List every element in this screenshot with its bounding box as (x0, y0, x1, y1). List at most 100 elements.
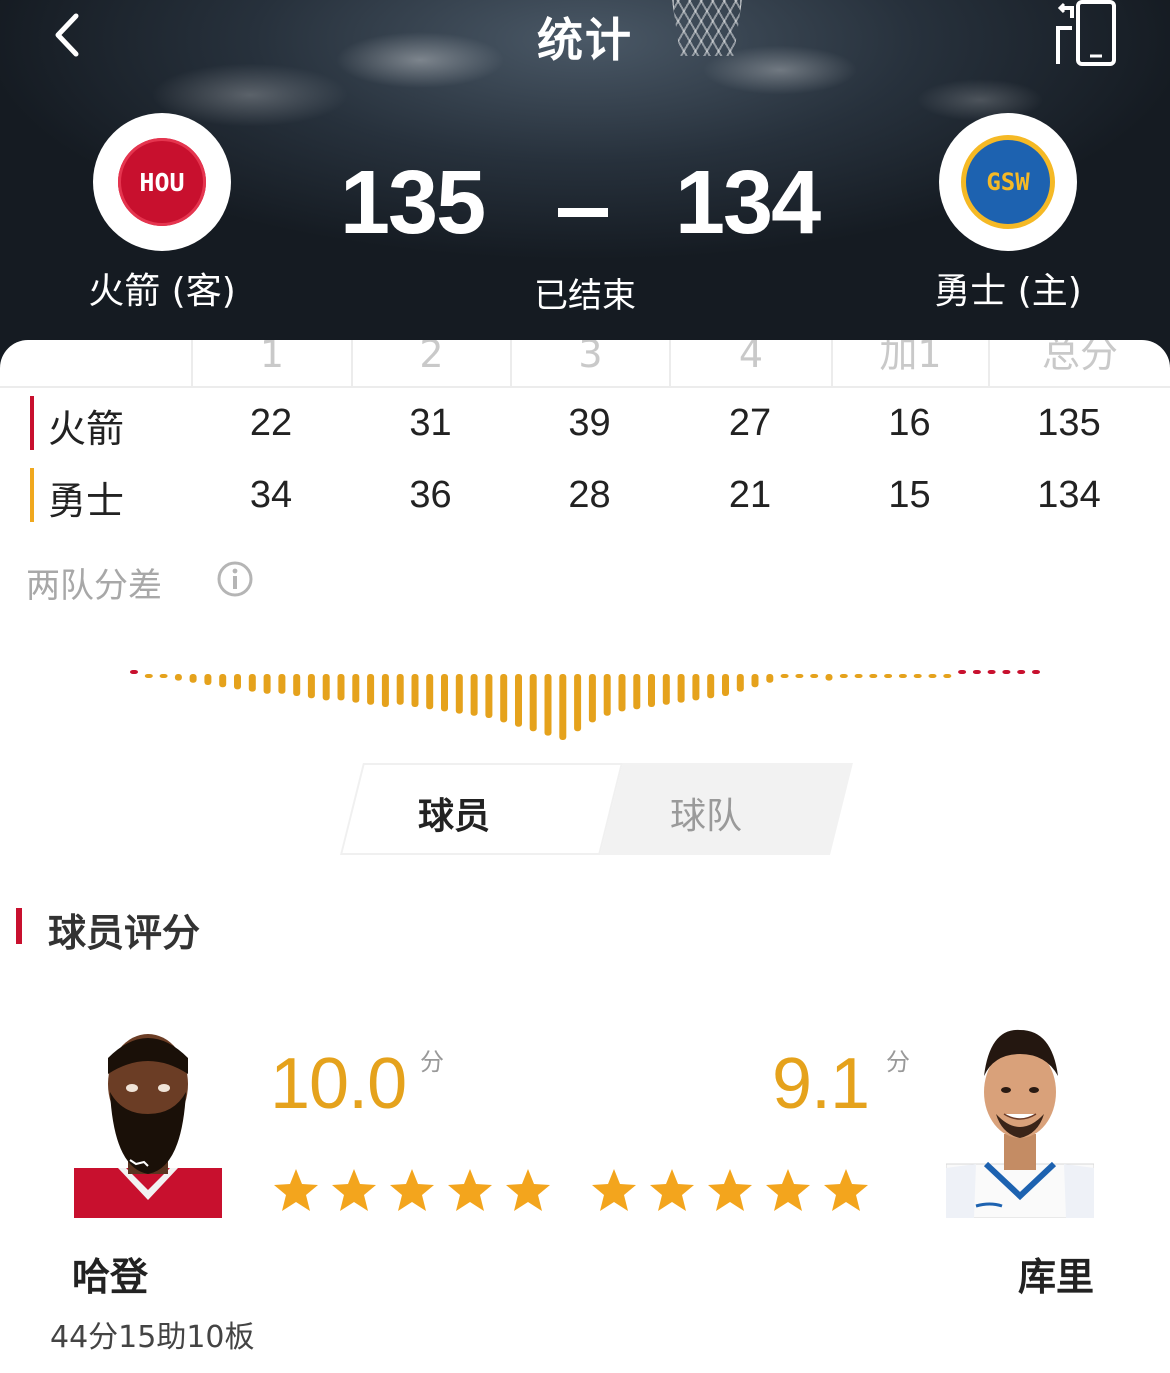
diff-bar (248, 674, 256, 692)
star-icon (448, 1169, 492, 1211)
player-stats-harden: 44分15助10板 (50, 1320, 255, 1355)
stats-card: 1 2 3 4 加1 总分 火箭 22 31 39 27 16 135 勇士 3… (0, 340, 1170, 1373)
quarter-col-2: 2 (351, 340, 510, 388)
diff-bar (293, 674, 301, 696)
team-color-bar (30, 396, 34, 450)
score-cell: 36 (409, 474, 452, 516)
diff-bar (189, 674, 197, 683)
rotate-screen-icon[interactable] (1050, 0, 1120, 70)
table-row: 勇士 34 36 28 21 15 134 (0, 466, 1170, 524)
diff-bar (396, 674, 404, 705)
score-cell: 22 (249, 402, 293, 444)
diff-bar (470, 674, 478, 716)
section-marker (16, 908, 22, 944)
score-separator (558, 208, 608, 217)
star-rating-curry (590, 1167, 880, 1213)
diff-bar (736, 674, 744, 692)
diff-bar (884, 674, 893, 678)
tab-player[interactable]: 球员 (418, 787, 490, 839)
warriors-logo-mark: GSW (961, 135, 1055, 229)
table-row: 火箭 22 31 39 27 16 135 (0, 394, 1170, 452)
diff-bar (263, 674, 271, 694)
player-name-curry[interactable]: 库里 (1018, 1246, 1094, 1301)
diff-bar (795, 674, 804, 678)
game-header: 统计 HOU GSW 火箭 (客) 勇士 (主) 135 134 已结束 (0, 0, 1170, 380)
home-score: 134 (675, 153, 821, 253)
star-icon (708, 1169, 752, 1211)
diff-bar (515, 674, 522, 727)
diff-bar (322, 674, 330, 701)
away-score: 135 (340, 153, 486, 253)
diff-bar (928, 674, 937, 678)
diff-bar (648, 674, 655, 707)
score-cell: 28 (568, 474, 611, 516)
diff-bar (987, 670, 996, 674)
diff-bar (174, 674, 182, 681)
page-title: 统计 (537, 13, 633, 67)
diff-bar (751, 674, 759, 688)
diff-bar (381, 674, 389, 707)
quarter-header: 1 2 3 4 加1 总分 (0, 340, 1170, 388)
diff-bar (588, 674, 596, 723)
diff-bar (958, 670, 967, 674)
player-photo-curry[interactable] (946, 1018, 1094, 1218)
diff-bar (722, 674, 729, 696)
diff-bar (144, 674, 153, 678)
diff-bar (913, 674, 922, 678)
score-cell: 31 (409, 402, 452, 444)
row-team-name: 勇士 (48, 479, 125, 523)
tab-bar: 球员 球队 (340, 763, 853, 855)
diff-bar (1032, 670, 1040, 674)
rockets-logo[interactable]: HOU (93, 113, 231, 251)
diff-bar (780, 674, 789, 678)
row-team-name: 火箭 (48, 407, 125, 451)
diff-bar (898, 674, 907, 678)
quarter-col-total: 总分 (988, 340, 1170, 388)
rating-unit: 分 (420, 1048, 444, 1076)
diff-bar (854, 674, 863, 678)
rockets-logo-mark: HOU (118, 138, 206, 226)
info-icon[interactable] (216, 560, 254, 598)
quarter-col-4: 4 (669, 340, 831, 388)
score-cell: 27 (728, 402, 772, 444)
score-cell: 16 (888, 402, 931, 444)
diff-bar (662, 674, 670, 705)
diff-bar (159, 674, 168, 678)
diff-bar (707, 674, 715, 699)
diff-bar (633, 674, 641, 710)
team-color-bar (30, 468, 34, 522)
diff-bar (1002, 670, 1011, 674)
diff-bar (278, 674, 286, 694)
warriors-logo[interactable]: GSW (939, 113, 1077, 251)
star-rating-harden (272, 1167, 562, 1213)
star-icon (274, 1169, 318, 1211)
rating-value-curry: 9.1 (772, 1044, 870, 1124)
diff-bar (529, 674, 537, 732)
star-icon (332, 1169, 376, 1211)
diff-bar (574, 674, 582, 732)
diff-bar (500, 674, 508, 723)
diff-bar (455, 674, 463, 714)
diff-bar (130, 670, 138, 674)
star-icon (650, 1169, 694, 1211)
player-name-harden[interactable]: 哈登 (72, 1246, 148, 1301)
star-icon (592, 1169, 636, 1211)
diff-bar (337, 674, 345, 701)
diff-bar (426, 674, 434, 710)
quarter-col-1: 1 (191, 340, 351, 388)
score-diff-chart (130, 670, 1040, 740)
player-photo-harden[interactable] (74, 1018, 222, 1218)
diff-bar (869, 674, 878, 678)
tab-team[interactable]: 球队 (670, 787, 742, 839)
diff-bar (618, 674, 626, 712)
score-diff-title: 两队分差 (26, 566, 162, 606)
diff-bar (810, 674, 819, 678)
score-cell: 15 (888, 474, 931, 516)
quarter-col-ot1: 加1 (831, 340, 988, 388)
diff-bar (411, 674, 419, 707)
diff-bar (352, 674, 360, 703)
star-icon (390, 1169, 434, 1211)
star-icon (506, 1169, 550, 1211)
score-cell: 39 (568, 402, 611, 444)
diff-bar (367, 674, 375, 705)
